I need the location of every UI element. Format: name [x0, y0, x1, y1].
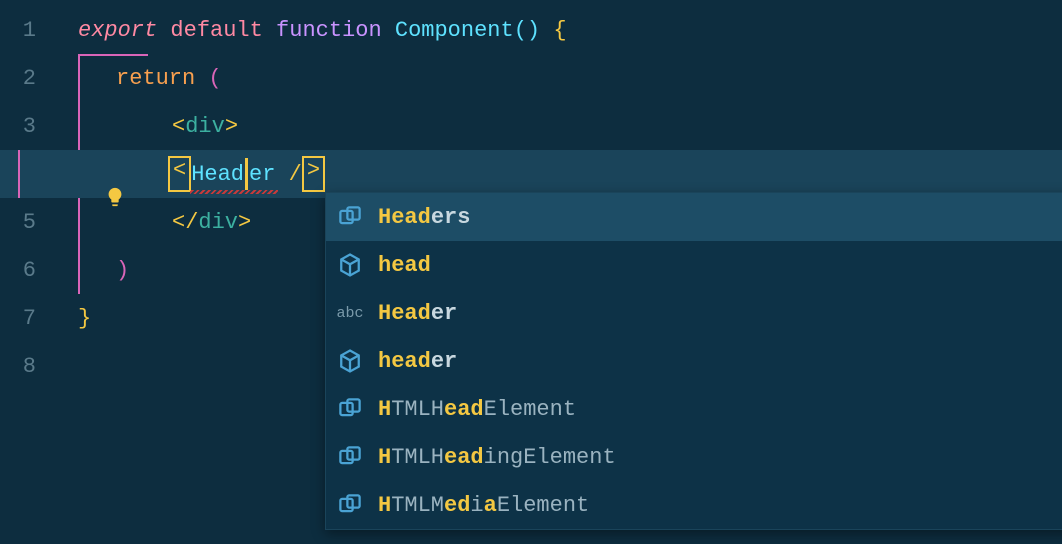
tag-close: > [225, 114, 238, 139]
tag-open: < [172, 114, 185, 139]
autocomplete-item[interactable]: header [326, 337, 1062, 385]
keyword-default: default [170, 18, 262, 43]
keyword-export: export [78, 18, 157, 43]
interface-icon [336, 203, 364, 231]
autocomplete-item[interactable]: HTMLHeadElement [326, 385, 1062, 433]
parens: () [514, 18, 540, 43]
bracket-match-box: < [168, 156, 191, 192]
code-line[interactable]: export default function Component() { [60, 6, 1062, 54]
lightbulb-icon[interactable] [0, 161, 20, 183]
autocomplete-label: HTMLHeadingElement [378, 445, 616, 470]
line-gutter: 1 2 3 4 5 6 7 8 [0, 0, 60, 544]
brace-open: { [553, 18, 566, 43]
line-number: 3 [0, 102, 60, 150]
autocomplete-label: HTMLMediaElement [378, 493, 589, 518]
jsx-component: Head [191, 162, 244, 187]
indent-guide [78, 54, 80, 102]
interface-icon [336, 443, 364, 471]
indent-guide [78, 102, 80, 150]
keyword-function: function [276, 18, 382, 43]
text-cursor [245, 158, 248, 190]
module-icon [336, 347, 364, 375]
brace-close: } [78, 306, 91, 331]
line-number: 2 [0, 54, 60, 102]
indent-guide-top [78, 54, 148, 56]
line-number: 7 [0, 294, 60, 342]
indent-guide [78, 246, 80, 294]
paren-close: ) [116, 258, 129, 283]
autocomplete-label: HTMLHeadElement [378, 397, 576, 422]
bracket-match-box: > [302, 156, 325, 192]
paren-open: ( [208, 66, 221, 91]
interface-icon [336, 491, 364, 519]
interface-icon [336, 395, 364, 423]
autocomplete-label: Header [378, 301, 457, 326]
code-content[interactable]: export default function Component() { re… [60, 0, 1062, 544]
code-line[interactable]: return ( [60, 54, 1062, 102]
autocomplete-popup[interactable]: Headers headabc Header header HTMLHeadElemen… [325, 192, 1062, 530]
autocomplete-item[interactable]: abc Header [326, 289, 1062, 337]
line-number: 8 [0, 342, 60, 390]
autocomplete-label: header [378, 349, 457, 374]
indent-guide [78, 198, 80, 246]
autocomplete-label: head [378, 253, 431, 278]
module-icon [336, 251, 364, 279]
tag-slash: / [275, 162, 301, 187]
code-editor[interactable]: 1 2 3 4 5 6 7 8 export default function … [0, 0, 1062, 544]
autocomplete-label: Headers [378, 205, 470, 230]
line-number: 1 [0, 6, 60, 54]
code-line[interactable]: <div> [60, 102, 1062, 150]
tag-name: div [198, 210, 238, 235]
tag-close: > [238, 210, 251, 235]
line-number: 6 [0, 246, 60, 294]
jsx-component: er [249, 162, 275, 187]
error-squiggly [190, 190, 278, 194]
autocomplete-item[interactable]: Headers [326, 193, 1062, 241]
autocomplete-item[interactable]: HTMLHeadingElement [326, 433, 1062, 481]
code-line-active[interactable]: <Header /> [0, 150, 1062, 198]
autocomplete-item[interactable]: head [326, 241, 1062, 289]
tag-open: </ [172, 210, 198, 235]
tag-name: div [185, 114, 225, 139]
keyword-return: return [116, 66, 195, 91]
function-name: Component [395, 18, 514, 43]
abc-icon: abc [336, 299, 364, 327]
autocomplete-item[interactable]: HTMLMediaElement [326, 481, 1062, 529]
